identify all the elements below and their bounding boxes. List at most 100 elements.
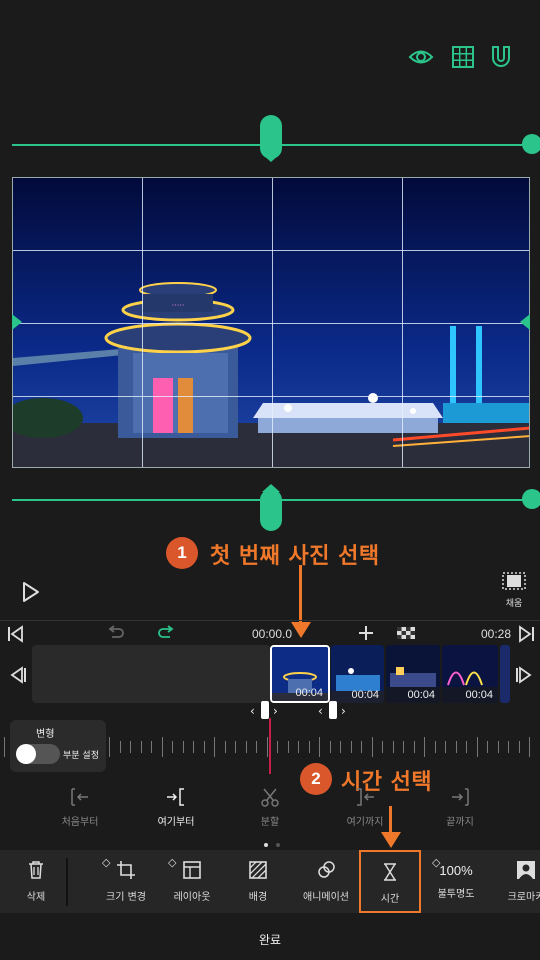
eye-icon[interactable]	[408, 44, 434, 70]
trim-right-arrow: ›	[341, 704, 346, 718]
ruler-tick	[182, 741, 184, 753]
ruler-tick	[392, 741, 394, 753]
partial-toggle-label: 부분 설정	[63, 751, 99, 761]
trim-handle-right[interactable]	[329, 701, 337, 719]
ruler-tick	[350, 741, 352, 753]
to-here-icon	[357, 788, 374, 806]
ruler-tick	[266, 737, 268, 757]
play-icon[interactable]	[16, 580, 44, 604]
step1-badge: 1	[166, 537, 198, 569]
ruler-tick	[4, 737, 5, 757]
tool-to-end-label: 끝까지	[446, 817, 474, 828]
clip-2[interactable]: 00:04	[331, 645, 384, 703]
top-guide-handle-tip	[262, 154, 280, 162]
add-icon[interactable]	[357, 624, 375, 642]
fill-label: 채움	[505, 599, 523, 609]
tool-to-here[interactable]: 여기까지	[325, 787, 405, 828]
fill-button[interactable]: 채움	[498, 572, 530, 609]
trim-left-arrow: ‹	[250, 704, 255, 718]
time-label: 시간	[380, 894, 400, 905]
right-guide-dot-bottom[interactable]	[522, 489, 540, 509]
right-guide-dot[interactable]	[522, 134, 540, 154]
ruler-tick	[445, 741, 446, 753]
svg-text:·····: ·····	[172, 301, 185, 310]
opacity-button[interactable]: 100% 불투명도	[430, 850, 482, 913]
animation-label: 애니메이션	[303, 892, 349, 903]
ruler-tick	[382, 741, 383, 753]
page-indicator	[264, 832, 281, 851]
preview-photo[interactable]: ·····	[12, 177, 530, 468]
step1-text: 첫 번째 사진 선택	[210, 544, 380, 569]
animation-button[interactable]: 애니메이션	[296, 850, 356, 913]
ruler-tick	[256, 741, 257, 753]
opacity-label: 불투명도	[437, 889, 475, 900]
done-button[interactable]: 완료	[0, 913, 540, 960]
ruler-tick	[161, 737, 163, 757]
clip-5-partial[interactable]	[500, 645, 510, 703]
ruler-tick	[203, 741, 205, 753]
clip-1[interactable]: 00:04	[270, 645, 330, 703]
layout-icon	[183, 861, 201, 879]
right-guide-marker[interactable]	[520, 314, 530, 330]
ruler-tick	[529, 737, 530, 757]
top-guide-handle[interactable]	[260, 115, 282, 159]
bottom-guide-handle[interactable]	[260, 489, 282, 531]
ruler-tick	[476, 737, 478, 757]
chroma-key-button[interactable]: 크로마키	[500, 850, 540, 913]
done-label: 완료	[258, 933, 282, 947]
next-frame-icon[interactable]	[514, 666, 534, 684]
playhead[interactable]	[269, 718, 271, 774]
tool-to-end[interactable]: 끝까지	[420, 787, 500, 828]
clip-3[interactable]: 00:04	[386, 645, 440, 703]
checker-icon[interactable]	[397, 627, 415, 639]
ruler-tick	[424, 737, 425, 757]
prev-frame-icon[interactable]	[8, 666, 28, 684]
resize-button[interactable]: 크기 변경	[100, 850, 152, 913]
delete-button[interactable]: 삭제	[10, 850, 62, 913]
tool-split[interactable]: 분할	[230, 787, 310, 828]
clip-1-duration: 00:04	[295, 687, 323, 699]
ruler-tick	[413, 741, 415, 753]
trim-handle-left[interactable]	[261, 701, 269, 719]
trim-start-icon	[71, 788, 88, 806]
clip-4[interactable]: 00:04	[442, 645, 498, 703]
tool-trim-from-start-label: 처음부터	[61, 817, 99, 828]
skip-start-icon[interactable]	[6, 625, 26, 643]
ruler-tick	[518, 741, 520, 753]
background-icon	[249, 861, 267, 879]
tool-to-here-label: 여기까지	[346, 817, 384, 828]
undo-icon[interactable]	[106, 624, 126, 642]
tool-trim-from-start[interactable]: 처음부터	[40, 787, 120, 828]
tool-split-label: 분할	[260, 817, 280, 828]
total-time: 00:28	[481, 627, 512, 641]
partial-toggle[interactable]	[16, 744, 60, 764]
redo-icon[interactable]	[156, 624, 176, 642]
ruler-tick	[329, 741, 331, 753]
grid-line-h2	[13, 323, 529, 324]
tool-from-here[interactable]: 여기부터	[136, 787, 216, 828]
ruler-tick	[497, 741, 499, 753]
tool-from-here-label: 여기부터	[157, 817, 195, 828]
time-button[interactable]: 시간	[359, 850, 421, 913]
transform-title: 변형	[36, 729, 55, 740]
ruler-tick	[130, 741, 131, 753]
grid-icon[interactable]	[450, 44, 476, 70]
trim-right-arrow-1: ›	[273, 704, 278, 718]
animation-icon	[318, 861, 335, 878]
layout-button[interactable]: 레이아웃	[166, 850, 218, 913]
ruler-tick	[172, 741, 173, 753]
ruler-tick	[371, 737, 373, 757]
ruler-tick	[119, 741, 121, 753]
ruler-tick	[277, 741, 278, 753]
magnet-icon[interactable]	[488, 44, 514, 70]
skip-end-icon[interactable]	[516, 625, 536, 643]
ruler-tick	[340, 741, 341, 753]
ruler-tick	[214, 737, 215, 757]
toggle-knob	[16, 744, 36, 764]
ruler-tick	[298, 741, 299, 753]
background-button[interactable]: 배경	[232, 850, 284, 913]
left-guide-marker[interactable]	[12, 314, 22, 330]
step1-arrow-head	[291, 622, 311, 638]
grid-line-h3	[13, 396, 529, 397]
current-time: 00:00.0	[252, 627, 293, 641]
